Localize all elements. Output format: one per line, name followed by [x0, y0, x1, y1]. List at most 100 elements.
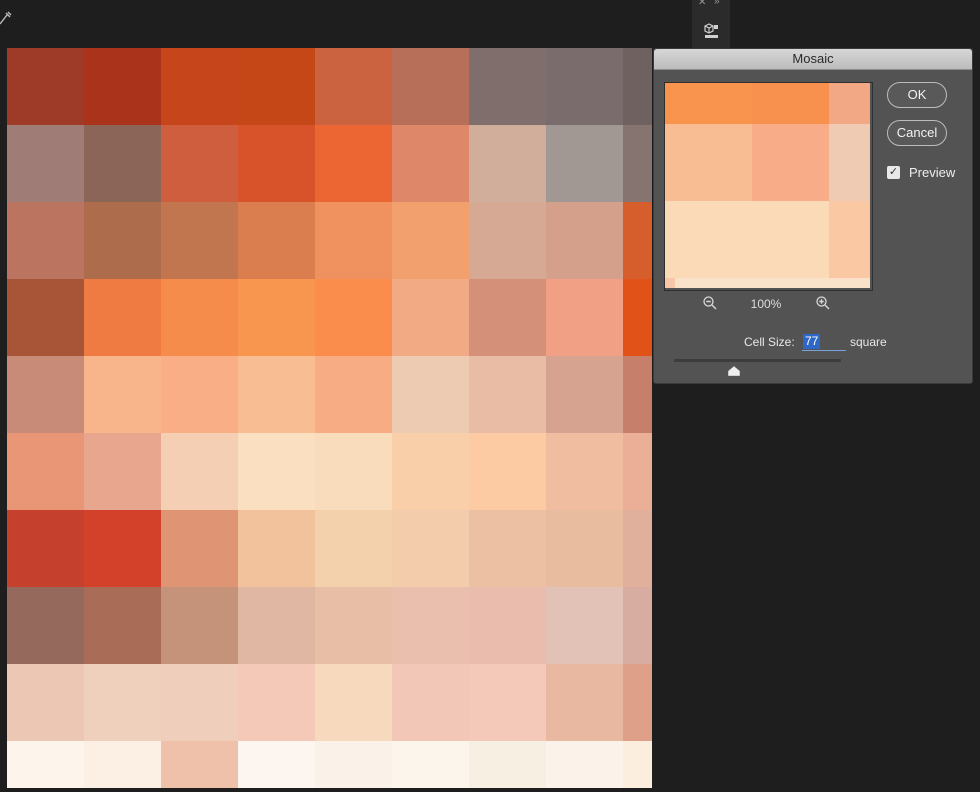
mosaic-tile: [84, 125, 161, 202]
mosaic-tile: [238, 664, 315, 741]
mosaic-tile: [469, 510, 546, 587]
mosaic-tile: [7, 356, 84, 433]
mosaic-tile: [161, 202, 238, 279]
mosaic-tile: [546, 433, 623, 510]
mosaic-tile: [469, 356, 546, 433]
mosaic-tile: [623, 125, 652, 202]
mosaic-tile: [469, 125, 546, 202]
mosaic-tile: [238, 125, 315, 202]
cell-size-slider-thumb[interactable]: [727, 363, 741, 377]
mosaic-tile: [315, 587, 392, 664]
mosaic-tile: [84, 433, 161, 510]
mosaic-tile: [392, 510, 469, 587]
mosaic-tile: [623, 741, 652, 788]
mosaic-tile: [469, 664, 546, 741]
mosaic-tile: [392, 125, 469, 202]
cell-size-label: Cell Size:: [744, 335, 795, 349]
cell-size-selected-text: 77: [803, 334, 821, 349]
mosaic-tile: [7, 510, 84, 587]
preview-tile: [675, 83, 752, 124]
mosaic-tile: [315, 741, 392, 788]
mosaic-tile: [161, 279, 238, 356]
cell-size-unit: square: [850, 335, 887, 349]
filter-preview[interactable]: [664, 82, 873, 291]
mosaic-tile: [161, 587, 238, 664]
zoom-out-icon[interactable]: [702, 295, 718, 311]
mosaic-tile: [238, 741, 315, 788]
mosaic-tile: [392, 741, 469, 788]
mosaic-tile: [546, 48, 623, 125]
preview-label: Preview: [909, 165, 956, 180]
mosaic-tile: [469, 587, 546, 664]
mosaic-tile: [623, 433, 652, 510]
mosaic-tile: [161, 664, 238, 741]
mosaic-tile: [469, 202, 546, 279]
preview-tile: [829, 278, 870, 288]
mosaic-tile: [546, 741, 623, 788]
mosaic-tile: [161, 356, 238, 433]
mosaic-tile: [392, 356, 469, 433]
mosaic-tile: [315, 202, 392, 279]
mosaic-tile: [7, 48, 84, 125]
mosaic-tile: [238, 587, 315, 664]
mosaic-tile: [315, 356, 392, 433]
preview-tile: [675, 278, 752, 288]
mosaic-tile: [7, 664, 84, 741]
cell-size-slider-track[interactable]: [674, 359, 841, 362]
mosaic-tile: [623, 48, 652, 125]
preview-tile: [675, 201, 752, 278]
eyedropper-icon[interactable]: [0, 10, 12, 26]
preview-tile: [752, 201, 829, 278]
mosaic-tile: [623, 510, 652, 587]
mosaic-tile: [238, 356, 315, 433]
panel-strip: ✕ »: [692, 0, 730, 48]
ok-button[interactable]: OK: [887, 82, 947, 108]
mosaic-tile: [469, 48, 546, 125]
mosaic-tile: [469, 433, 546, 510]
mosaic-tile: [84, 510, 161, 587]
collapse-chevrons-icon[interactable]: »: [714, 0, 720, 7]
preview-tile: [665, 201, 675, 278]
close-icon[interactable]: ✕: [698, 0, 706, 8]
mosaic-tile: [161, 48, 238, 125]
mosaic-tile: [546, 202, 623, 279]
preview-tile: [829, 124, 870, 201]
mosaic-tile: [315, 279, 392, 356]
mosaic-tile: [623, 664, 652, 741]
mosaic-tile: [238, 48, 315, 125]
mosaic-tile: [392, 587, 469, 664]
mosaic-tile: [84, 356, 161, 433]
mosaic-tile: [315, 125, 392, 202]
mosaic-tile: [469, 279, 546, 356]
mosaic-tile: [238, 510, 315, 587]
preview-checkbox[interactable]: ✓: [887, 166, 900, 179]
mosaic-tile: [392, 48, 469, 125]
mosaic-tile: [546, 356, 623, 433]
mosaic-tile: [7, 433, 84, 510]
3d-panel-icon[interactable]: [703, 22, 719, 40]
mosaic-tile: [238, 279, 315, 356]
cancel-button[interactable]: Cancel: [887, 120, 947, 146]
mosaic-tile: [238, 433, 315, 510]
preview-tile: [752, 124, 829, 201]
mosaic-tile: [161, 741, 238, 788]
mosaic-tile: [546, 587, 623, 664]
mosaic-tile: [315, 48, 392, 125]
mosaic-tile: [7, 279, 84, 356]
zoom-in-icon[interactable]: [815, 295, 831, 311]
mosaic-tile: [315, 664, 392, 741]
preview-tile: [752, 83, 829, 124]
dialog-title: Mosaic: [654, 49, 972, 70]
preview-tile: [665, 83, 675, 124]
mosaic-tile: [84, 741, 161, 788]
preview-tile: [675, 124, 752, 201]
document-canvas-mosaic[interactable]: [7, 48, 652, 788]
preview-tile: [665, 278, 675, 288]
mosaic-tile: [84, 202, 161, 279]
mosaic-tile: [623, 587, 652, 664]
mosaic-tile: [161, 125, 238, 202]
mosaic-tile: [84, 587, 161, 664]
mosaic-tile: [546, 125, 623, 202]
mosaic-tile: [392, 664, 469, 741]
mosaic-tile: [161, 510, 238, 587]
